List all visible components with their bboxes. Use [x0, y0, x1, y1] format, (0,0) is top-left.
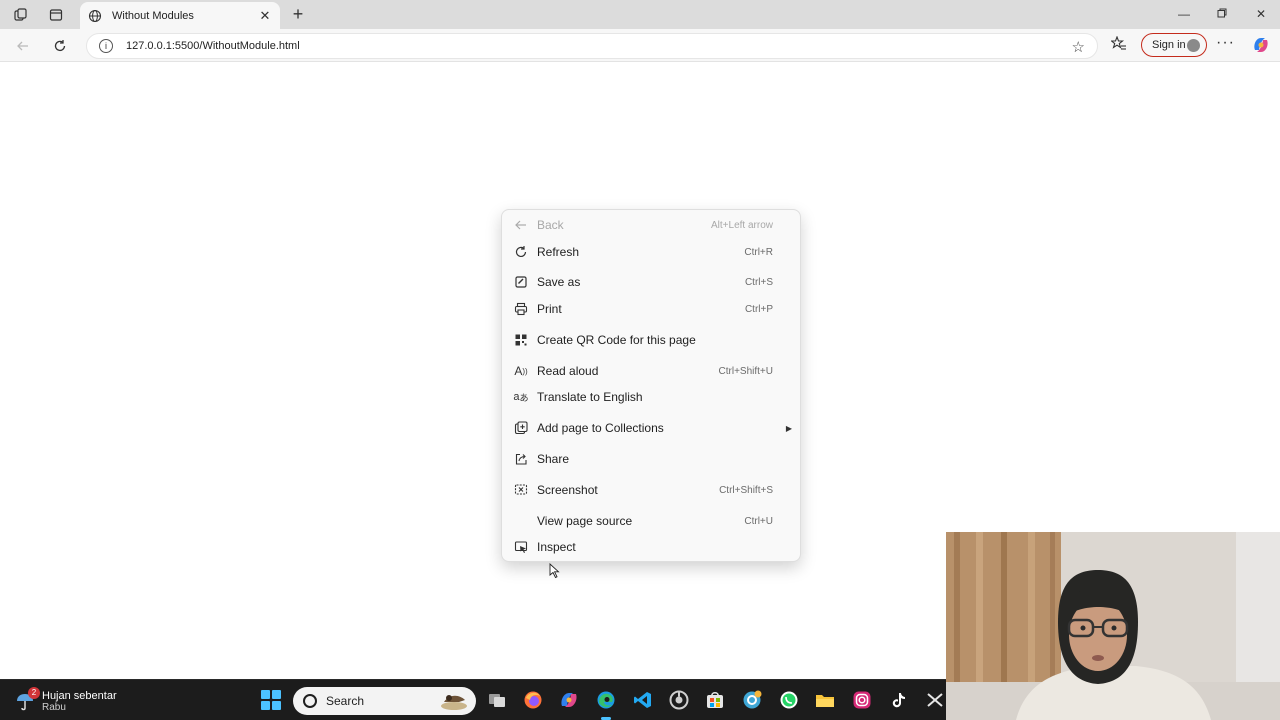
tab-strip: Without Modules ✕ + — ✕: [0, 0, 1280, 29]
menu-item-label: Create QR Code for this page: [537, 333, 696, 347]
menu-item-save-as[interactable]: Save as Ctrl+S: [502, 270, 802, 294]
notification-badge: 2: [28, 687, 40, 699]
search-placeholder: Search: [326, 694, 365, 708]
collections-icon: [513, 420, 529, 436]
share-icon: [513, 451, 529, 467]
menu-item-inspect[interactable]: Inspect: [502, 535, 802, 559]
menu-item-shortcut: Ctrl+P: [744, 303, 773, 315]
menu-item-share[interactable]: Share: [502, 447, 802, 471]
task-view-icon[interactable]: [487, 690, 507, 710]
submenu-arrow-icon: ▶: [785, 423, 792, 433]
menu-item-label: Share: [537, 452, 570, 466]
qr-code-icon: [513, 332, 529, 348]
menu-item-label: Save as: [537, 275, 581, 289]
print-icon: [513, 301, 529, 317]
tab-active[interactable]: Without Modules ✕: [80, 2, 280, 29]
menu-item-label: Screenshot: [537, 483, 598, 497]
refresh-button[interactable]: [49, 35, 71, 57]
menu-item-shortcut: Ctrl+R: [744, 246, 773, 258]
chrome-icon[interactable]: [669, 690, 689, 710]
menu-item-shortcut: Ctrl+U: [744, 515, 773, 527]
store-icon[interactable]: [705, 690, 725, 710]
menu-item-label: Refresh: [537, 245, 580, 259]
copilot-icon[interactable]: [1251, 35, 1271, 55]
tab-title: Without Modules: [112, 9, 194, 22]
menu-item-back[interactable]: Back Alt+Left arrow: [502, 213, 802, 237]
umbrella-rain-icon: 2: [14, 687, 40, 712]
minimize-button[interactable]: —: [1172, 5, 1196, 23]
new-tab-button[interactable]: +: [287, 4, 309, 24]
menu-item-shortcut: Ctrl+Shift+S: [719, 484, 773, 496]
menu-item-shortcut: Ctrl+S: [744, 276, 773, 288]
menu-item-translate[interactable]: aあ Translate to English: [502, 385, 802, 409]
menu-item-shortcut: Ctrl+Shift+U: [718, 365, 773, 377]
folder-icon[interactable]: [815, 690, 835, 710]
menu-item-label: Back: [537, 218, 564, 232]
read-aloud-icon: A)): [514, 364, 528, 378]
menu-item-print[interactable]: Print Ctrl+P: [502, 297, 802, 321]
refresh-icon: [513, 244, 529, 260]
site-info-icon[interactable]: i: [99, 39, 113, 53]
workspaces-icon[interactable]: [10, 5, 32, 25]
webcam-overlay: [946, 532, 1280, 720]
save-as-icon: [513, 274, 529, 290]
instagram-icon[interactable]: [852, 690, 872, 710]
menu-item-label: Add page to Collections: [537, 421, 664, 435]
menu-item-refresh[interactable]: Refresh Ctrl+R: [502, 240, 802, 264]
browser-toolbar: i 127.0.0.1:5500/WithoutModule.html ☆ Si…: [0, 29, 1280, 62]
menu-item-screenshot[interactable]: Screenshot Ctrl+Shift+S: [502, 478, 802, 502]
edge-icon[interactable]: [596, 690, 616, 710]
context-menu: Back Alt+Left arrow Refresh Ctrl+R Save …: [501, 209, 801, 562]
search-icon: [303, 694, 317, 708]
start-button[interactable]: [261, 690, 281, 710]
vscode-icon[interactable]: [633, 690, 653, 710]
taskbar-search[interactable]: Search: [293, 687, 476, 715]
inspect-icon: [513, 539, 529, 555]
menu-item-shortcut: Alt+Left arrow: [711, 219, 773, 231]
tab-close-icon[interactable]: ✕: [258, 8, 272, 24]
arrow-left-icon: [513, 217, 529, 233]
restore-button[interactable]: [1210, 5, 1234, 23]
menu-item-create-qr-code[interactable]: Create QR Code for this page: [502, 328, 802, 352]
address-bar[interactable]: i 127.0.0.1:5500/WithoutModule.html ☆: [86, 33, 1098, 59]
sign-in-label: Sign in: [1152, 39, 1186, 51]
mouse-cursor-icon: [549, 562, 561, 579]
menu-item-view-page-source[interactable]: View page source Ctrl+U: [502, 509, 802, 533]
menu-item-add-to-collections[interactable]: Add page to Collections ▶: [502, 416, 802, 440]
menu-item-label: Inspect: [537, 540, 576, 554]
menu-item-label: Translate to English: [537, 390, 643, 404]
menu-item-label: Read aloud: [537, 364, 599, 378]
copilot-app-icon[interactable]: [559, 690, 579, 710]
whatsapp-icon[interactable]: [779, 690, 799, 710]
taskbar: 2 Hujan sebentar Rabu Search: [0, 679, 946, 720]
menu-item-read-aloud[interactable]: A)) Read aloud Ctrl+Shift+U: [502, 359, 802, 383]
tab-actions-icon[interactable]: [45, 5, 67, 25]
favorites-icon[interactable]: [1109, 35, 1127, 55]
menu-item-label: Print: [537, 302, 562, 316]
favorite-star-icon[interactable]: ☆: [1072, 38, 1085, 56]
weather-widget[interactable]: 2 Hujan sebentar Rabu: [14, 684, 117, 718]
close-window-button[interactable]: ✕: [1249, 5, 1273, 23]
url-text: 127.0.0.1:5500/WithoutModule.html: [126, 40, 300, 52]
weather-subtitle: Rabu: [42, 701, 66, 713]
capcut-icon[interactable]: [925, 690, 945, 710]
search-highlight-image: [439, 690, 469, 712]
screenshot-icon: [513, 482, 529, 498]
tiktok-icon[interactable]: [888, 690, 908, 710]
sign-in-button[interactable]: Sign in: [1141, 33, 1207, 57]
back-button[interactable]: [12, 35, 34, 57]
translate-icon: aあ: [513, 391, 529, 403]
firefox-icon[interactable]: [523, 690, 543, 710]
menu-item-label: View page source: [537, 514, 633, 528]
weather-title: Hujan sebentar: [42, 689, 117, 702]
globe-icon: [88, 8, 104, 24]
avatar: [1187, 38, 1200, 52]
more-options-icon[interactable]: ···: [1216, 34, 1235, 52]
chatgpt-icon[interactable]: [742, 690, 762, 710]
